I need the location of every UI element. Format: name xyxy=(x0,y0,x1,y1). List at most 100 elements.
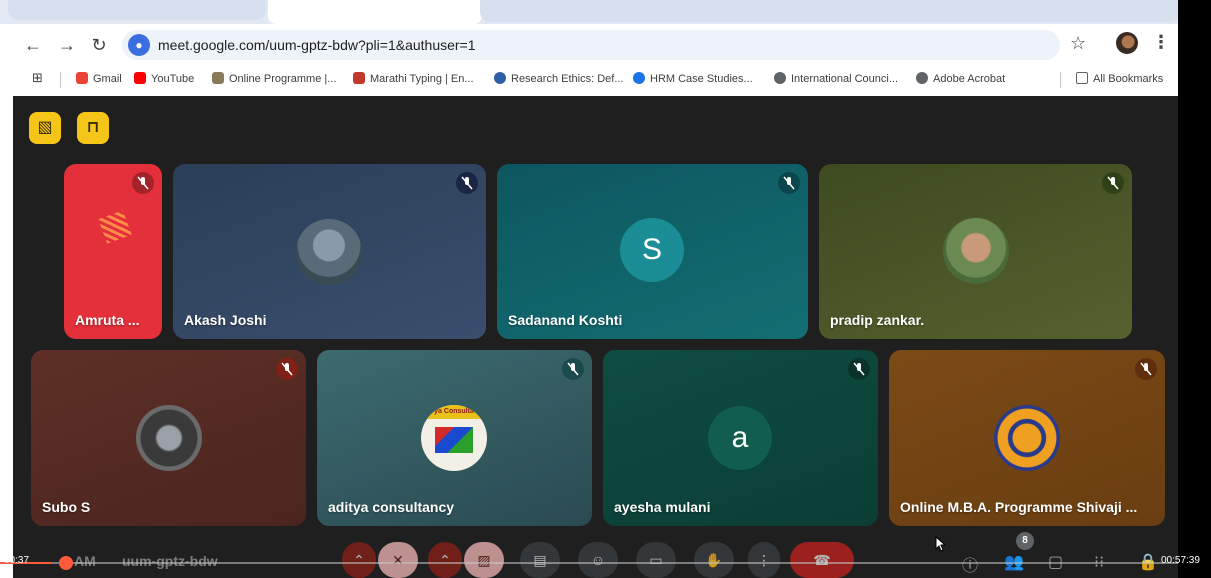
participant-name: Sadanand Koshti xyxy=(508,312,623,328)
tab-strip xyxy=(0,0,1211,24)
muted-mic-icon xyxy=(1135,358,1157,380)
participant-avatar xyxy=(296,219,362,285)
chevron-up-icon: ⌃ xyxy=(353,552,365,568)
emoji-icon: ☺ xyxy=(590,552,606,568)
muted-mic-icon xyxy=(778,172,800,194)
muted-mic-icon xyxy=(562,358,584,380)
bookmark-youtube[interactable]: YouTube xyxy=(134,72,194,85)
meet-stage: ▧ ⊓ Amruta ... Akash Joshi S Sadanand Ko… xyxy=(13,96,1178,578)
camera-off-icon: ▨ xyxy=(477,552,491,568)
mic-toggle-button[interactable]: ✕ xyxy=(378,542,418,578)
reactions-button[interactable]: ☺ xyxy=(578,542,618,578)
mic-off-icon: ✕ xyxy=(392,552,404,568)
participant-name: aditya consultancy xyxy=(328,499,455,515)
clock-time: AM xyxy=(74,553,96,569)
bookmark-site-icon xyxy=(212,72,224,84)
gmail-icon xyxy=(76,72,88,84)
participant-avatar: S xyxy=(620,218,684,282)
bookmark-hrm-case-studies[interactable]: HRM Case Studies... xyxy=(633,72,753,85)
participant-name: Online M.B.A. Programme Shivaji ... xyxy=(900,499,1138,515)
bookmark-research-ethics[interactable]: Research Ethics: Def... xyxy=(494,72,624,85)
logo-graphic xyxy=(435,427,473,453)
globe-icon xyxy=(916,72,928,84)
muted-mic-icon xyxy=(848,358,870,380)
present-button[interactable]: ▭ xyxy=(636,542,676,578)
bookmark-online-programme[interactable]: Online Programme |... xyxy=(212,72,336,85)
tab-previous[interactable] xyxy=(8,0,266,20)
tab-next[interactable] xyxy=(480,0,1180,22)
participant-tile[interactable]: Akash Joshi xyxy=(173,164,486,339)
camera-toggle-button[interactable]: ▨ xyxy=(464,542,504,578)
forward-arrow-icon[interactable]: → xyxy=(56,34,78,56)
more-options-button[interactable]: ⋮ xyxy=(748,542,780,578)
participant-name: Subo S xyxy=(42,499,91,515)
meet-control-bar: ⌃ ✕ ⌃ ▨ ▤ ☺ ▭ ✋ ⋮ ☎ ⓘ 👥 8 ▢ ⁝⁝ 🔒 00:37 A… xyxy=(0,532,1200,578)
apps-grid-icon[interactable]: ⊞ xyxy=(32,70,43,86)
participant-tile[interactable]: Amruta ... xyxy=(64,164,162,339)
wordpress-icon xyxy=(494,72,506,84)
participant-tile[interactable]: ya Consulta aditya consultancy xyxy=(317,350,592,526)
university-seal xyxy=(994,405,1060,471)
kebab-menu-icon: ⋮ xyxy=(757,552,771,568)
bookmark-site-icon xyxy=(353,72,365,84)
company-logo: ya Consulta xyxy=(421,405,487,471)
progress-handle[interactable] xyxy=(58,556,73,570)
participant-name: ayesha mulani xyxy=(614,499,711,515)
profile-avatar-icon[interactable] xyxy=(1116,32,1138,54)
participant-avatar xyxy=(943,218,1009,284)
camera-options-button[interactable]: ⌃ xyxy=(428,542,462,578)
muted-mic-icon xyxy=(1102,172,1124,194)
bookmarks-divider xyxy=(1060,72,1061,88)
captions-icon: ▤ xyxy=(533,552,547,568)
logo-text: ya Consulta xyxy=(421,405,487,419)
present-screen-icon: ▭ xyxy=(649,552,663,568)
bookmark-gmail[interactable]: Gmail xyxy=(76,72,122,85)
participant-name: Amruta ... xyxy=(75,312,140,328)
total-time: 00:57:39 xyxy=(1161,555,1200,566)
bookmarks-bar: ⊞ Gmail YouTube Online Programme |... Ma… xyxy=(0,66,1211,94)
participant-name: Akash Joshi xyxy=(184,312,267,328)
globe-icon xyxy=(774,72,786,84)
bookmark-adobe-acrobat[interactable]: Adobe Acrobat xyxy=(916,72,1005,85)
muted-mic-icon xyxy=(276,358,298,380)
raise-hand-button[interactable]: ✋ xyxy=(694,542,734,578)
address-bar[interactable]: ● meet.google.com/uum-gptz-bdw?pli=1&aut… xyxy=(122,30,1060,60)
url-text[interactable]: meet.google.com/uum-gptz-bdw?pli=1&authu… xyxy=(158,37,476,53)
participant-tile[interactable]: Online M.B.A. Programme Shivaji ... xyxy=(889,350,1165,526)
participant-tile[interactable]: S Sadanand Koshti xyxy=(497,164,808,339)
pattern-avatar xyxy=(98,210,132,244)
camera-off-icon[interactable]: ▧ xyxy=(29,112,61,144)
kebab-menu-icon[interactable]: ⋮ xyxy=(1152,32,1170,53)
mic-options-button[interactable]: ⌃ xyxy=(342,542,376,578)
participant-tile[interactable]: a ayesha mulani xyxy=(603,350,878,526)
tab-active[interactable] xyxy=(268,0,482,24)
bookmark-marathi-typing[interactable]: Marathi Typing | En... xyxy=(353,72,474,85)
chevron-up-icon: ⌃ xyxy=(439,552,451,568)
muted-mic-icon xyxy=(456,172,478,194)
participant-avatar: a xyxy=(708,406,772,470)
captions-button[interactable]: ▤ xyxy=(520,542,560,578)
bookmark-star-icon[interactable]: ☆ xyxy=(1070,33,1086,54)
browser-toolbar: ← → ↻ ● meet.google.com/uum-gptz-bdw?pli… xyxy=(0,24,1211,66)
info-icon[interactable]: ⓘ xyxy=(962,552,978,576)
leave-call-button[interactable]: ☎ xyxy=(790,542,854,578)
bookmark-international-council[interactable]: International Counci... xyxy=(774,72,898,85)
participant-tile[interactable]: pradip zankar. xyxy=(819,164,1132,339)
bookmark-site-icon xyxy=(633,72,645,84)
elapsed-time: 00:37 xyxy=(4,555,30,566)
site-info-icon[interactable]: ● xyxy=(128,34,150,56)
muted-mic-icon xyxy=(132,172,154,194)
folder-icon xyxy=(1076,72,1088,84)
screen-edge xyxy=(1178,0,1211,578)
leave-door-icon[interactable]: ⊓ xyxy=(77,112,109,144)
meeting-code: uum-gptz-bdw xyxy=(122,553,218,569)
bookmarks-divider xyxy=(60,72,61,88)
reload-icon[interactable]: ↻ xyxy=(88,34,110,56)
participant-count-badge: 8 xyxy=(1016,532,1034,550)
hand-icon: ✋ xyxy=(705,552,723,568)
youtube-icon xyxy=(134,72,146,84)
participant-tile[interactable]: Subo S xyxy=(31,350,306,526)
all-bookmarks[interactable]: All Bookmarks xyxy=(1076,72,1163,85)
back-arrow-icon[interactable]: ← xyxy=(22,34,44,56)
participant-name: pradip zankar. xyxy=(830,312,925,328)
